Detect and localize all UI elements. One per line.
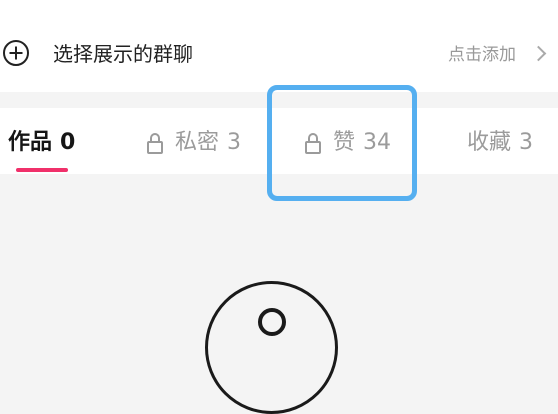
tab-works-label: 作品 <box>8 130 53 155</box>
tab-private[interactable]: 私密 3 <box>147 126 241 160</box>
empty-state-user-icon <box>205 281 338 414</box>
active-tab-indicator <box>16 168 68 172</box>
tab-works[interactable]: 作品 0 <box>8 126 75 160</box>
tab-favorites-label: 收藏 <box>467 130 512 155</box>
tab-works-count: 0 <box>60 130 76 155</box>
tab-private-count: 3 <box>227 130 242 155</box>
lock-icon <box>305 133 321 154</box>
group-chat-label: 选择展示的群聊 <box>53 42 193 66</box>
tab-likes-label: 赞 <box>333 130 356 155</box>
group-chat-row[interactable]: 选择展示的群聊 点击添加 <box>0 0 558 92</box>
plus-circle-icon[interactable] <box>3 40 29 66</box>
tab-favorites[interactable]: 收藏 3 <box>467 126 533 160</box>
lock-icon <box>147 133 163 154</box>
tab-private-label: 私密 <box>175 130 220 155</box>
tab-favorites-count: 3 <box>519 130 534 155</box>
chevron-right-icon[interactable] <box>530 45 547 62</box>
profile-tabs: 作品 0 私密 3 赞 34 收藏 3 <box>0 108 558 174</box>
tab-likes-count: 34 <box>363 130 392 155</box>
tab-likes[interactable]: 赞 34 <box>305 126 391 160</box>
add-group-link[interactable]: 点击添加 <box>448 43 516 67</box>
